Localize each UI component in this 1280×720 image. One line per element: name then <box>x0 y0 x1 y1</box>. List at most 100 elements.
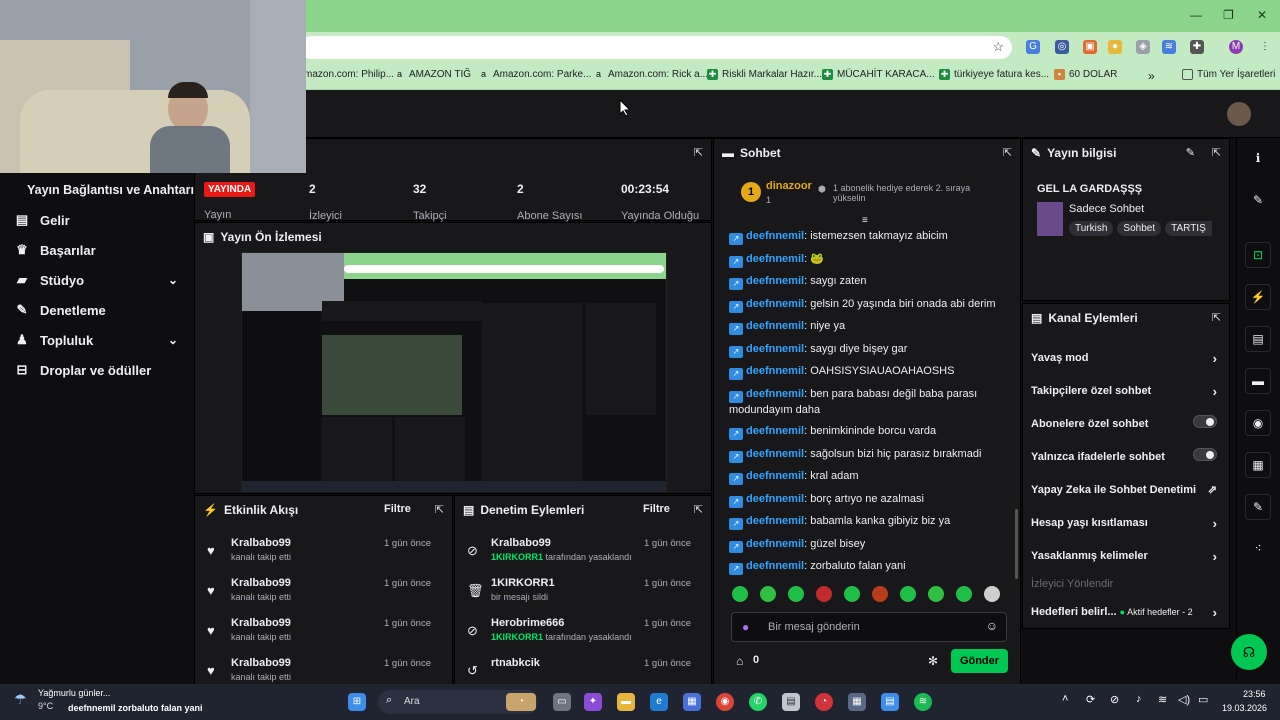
notepad-icon[interactable]: ▤ <box>881 693 899 711</box>
stream-key-link[interactable]: Yayın Bağlantısı ve Anahtarı <box>27 183 194 197</box>
microphone-icon[interactable]: ● <box>742 620 749 634</box>
popout-icon[interactable]: ⇱ <box>1212 146 1221 159</box>
bookmark-item[interactable]: ✚ Riskli Markalar Hazır... <box>707 69 822 80</box>
popout-icon[interactable]: ⇱ <box>694 146 703 159</box>
extension-icon[interactable]: ◎ <box>1055 40 1069 54</box>
notes-icon[interactable]: ▤ <box>1245 326 1271 352</box>
address-bar[interactable]: ☆ <box>300 36 1012 59</box>
nav-item-studio[interactable]: ▰ Stüdyo ⌄ <box>14 272 182 288</box>
chat-username[interactable]: deefnnemil <box>746 365 804 377</box>
emote-icon[interactable] <box>816 586 832 602</box>
category-thumbnail[interactable] <box>1037 202 1063 236</box>
chat-username[interactable]: deefnnemil <box>746 253 804 265</box>
clock-time[interactable]: 23:56 <box>1243 689 1266 699</box>
chat-username[interactable]: deefnnemil <box>746 425 804 437</box>
list-item[interactable]: ⊘ Herobrime666 1KIRKORR1 tarafından yasakl… <box>455 617 705 657</box>
chat-message[interactable]: ↗ deefnnemil: güzel bisey <box>729 537 999 553</box>
copilot-icon[interactable]: ✦ <box>584 693 602 711</box>
bookmark-item[interactable]: mazon.com: Philip... <box>304 69 394 80</box>
chat-message[interactable]: ↗ deefnnemil: 🐸 <box>729 252 999 268</box>
support-icon[interactable]: ☊ <box>1231 634 1267 670</box>
chat-username[interactable]: deefnnemil <box>746 388 804 400</box>
edit-icon[interactable]: ✎ <box>1245 188 1271 214</box>
toggle-switch[interactable] <box>1193 448 1217 461</box>
puzzle-icon[interactable]: ✚ <box>1190 40 1204 54</box>
chrome-icon[interactable]: ◉ <box>716 693 734 711</box>
category-name[interactable]: Sadece Sohbet <box>1069 203 1144 215</box>
tag[interactable]: TARTIŞ <box>1165 221 1212 236</box>
chat-message[interactable]: ↗ deefnnemil: gelsin 20 yaşında biri onad… <box>729 297 999 313</box>
chat-username[interactable]: deefnnemil <box>746 493 804 505</box>
wrench-icon[interactable]: ✎ <box>1245 494 1271 520</box>
chat-message[interactable]: ↗ deefnnemil: zorbaluto falan yani <box>729 559 999 575</box>
start-icon[interactable]: ⊞ <box>348 693 366 711</box>
chat-message[interactable]: ↗ deefnnemil: babamla kanka gibiyiz biz y… <box>729 514 999 530</box>
list-item[interactable]: 🗑 1KIRKORR1 bir mesajı sildi 1 gün önce <box>455 577 705 617</box>
bookmark-item[interactable]: ✚ türkiyeye fatura kes... <box>939 69 1049 80</box>
taskview-icon[interactable]: ▭ <box>553 693 571 711</box>
collapse-icon[interactable]: ≡ <box>862 215 868 226</box>
all-bookmarks-button[interactable]: Tüm Yer İşaretleri <box>1182 69 1275 80</box>
extension-icon[interactable]: ▣ <box>1083 40 1097 54</box>
volume-icon[interactable]: ◁) <box>1178 693 1190 706</box>
toggle-switch[interactable] <box>1193 415 1217 428</box>
nav-item-revenue[interactable]: ▤ Gelir <box>14 212 182 228</box>
translate-icon[interactable]: G <box>1026 40 1040 54</box>
chat-username[interactable]: deefnnemil <box>746 298 804 310</box>
emote-only-action[interactable]: Yalnızca ifadelerle sohbet <box>1031 448 1217 463</box>
chat-message[interactable]: ↗ deefnnemil: saygı zaten <box>729 274 999 290</box>
popout-icon[interactable]: ⇱ <box>1003 146 1012 159</box>
battery-icon[interactable]: ▭ <box>1198 693 1208 706</box>
emote-icon[interactable] <box>788 586 804 602</box>
chat-message[interactable]: ↗ deefnnemil: saygı diye bişey gar <box>729 342 999 358</box>
spotify-icon[interactable]: ≋ <box>914 693 932 711</box>
chat-input[interactable]: ● Bir mesaj gönderin ☺ <box>731 612 1007 642</box>
chat-scrollbar[interactable] <box>1015 509 1018 579</box>
popout-icon[interactable]: ⇱ <box>1212 311 1221 324</box>
emote-icon[interactable] <box>900 586 916 602</box>
info-icon[interactable]: ℹ <box>1245 146 1271 172</box>
user-avatar[interactable] <box>1227 102 1251 126</box>
edit-icon[interactable]: ✎ <box>1186 146 1195 159</box>
chat-message[interactable]: ↗ deefnnemil: kral adam <box>729 469 999 485</box>
emote-icon[interactable] <box>872 586 888 602</box>
tray-chevron-icon[interactable]: ˄ <box>1062 693 1068 705</box>
layout-icon[interactable]: ▦ <box>1245 452 1271 478</box>
extension-icon[interactable]: ≋ <box>1162 40 1176 54</box>
list-item[interactable]: ♥ Kralbabo99 kanalı takip etti 1 gün önce <box>195 577 445 617</box>
clip-icon[interactable]: ⊡ <box>1245 242 1271 268</box>
emote-icon[interactable] <box>956 586 972 602</box>
filter-button[interactable]: Filtre <box>643 503 670 515</box>
emote-icon[interactable] <box>844 586 860 602</box>
microphone-icon[interactable]: ♪ <box>1136 693 1142 705</box>
chat-message[interactable]: ↗ deefnnemil: ben para babası değil baba … <box>729 387 999 418</box>
menu-icon[interactable]: ⋮ <box>1258 40 1272 54</box>
stream-preview[interactable] <box>241 252 667 492</box>
shield-icon[interactable]: ◈ <box>1136 40 1150 54</box>
chat-message[interactable]: ↗ deefnnemil: borç artıyo ne azalmasi <box>729 492 999 508</box>
account-age-action[interactable]: Hesap yaşı kısıtlaması › <box>1031 516 1217 531</box>
broadcast-icon[interactable]: ◉ <box>1245 410 1271 436</box>
chat-message[interactable]: ↗ deefnnemil: benimkininde borcu varda <box>729 424 999 440</box>
banned-words-action[interactable]: Yasaklanmış kelimeler › <box>1031 549 1217 564</box>
chat-username[interactable]: deefnnemil <box>746 538 804 550</box>
tag[interactable]: Turkish <box>1069 221 1114 236</box>
whatsapp-icon[interactable]: ✆ <box>749 693 767 711</box>
followers-only-action[interactable]: Takipçilere özel sohbet › <box>1031 384 1217 399</box>
list-item[interactable]: ⊘ Kralbabo99 1KIRKORR1 tarafından yasaklan… <box>455 537 705 577</box>
minimize-icon[interactable]: — <box>1190 8 1202 22</box>
lightning-icon[interactable]: ⚡ <box>1245 284 1271 310</box>
chat-icon[interactable]: ▬ <box>1245 368 1271 394</box>
star-icon[interactable]: ☆ <box>992 39 1004 55</box>
emote-icon[interactable] <box>984 586 1000 602</box>
list-item[interactable]: ♥ Kralbabo99 kanalı takip etti 1 gün önce <box>195 617 445 657</box>
chat-username[interactable]: deefnnemil <box>746 320 804 332</box>
leaderboard-user[interactable]: dinazoor <box>766 180 812 192</box>
tag[interactable]: Sohbet <box>1117 221 1162 236</box>
bookmark-item[interactable]: ▪ 60 DOLAR <box>1054 69 1117 80</box>
maximize-icon[interactable]: ❐ <box>1223 8 1234 22</box>
chat-username[interactable]: deefnnemil <box>746 470 804 482</box>
nav-item-drops[interactable]: ⊟ Droplar ve ödüller <box>14 362 182 378</box>
chat-message[interactable]: ↗ deefnnemil: sağolsun bizi hiç parasız b… <box>729 447 999 463</box>
chat-username[interactable]: deefnnemil <box>746 275 804 287</box>
